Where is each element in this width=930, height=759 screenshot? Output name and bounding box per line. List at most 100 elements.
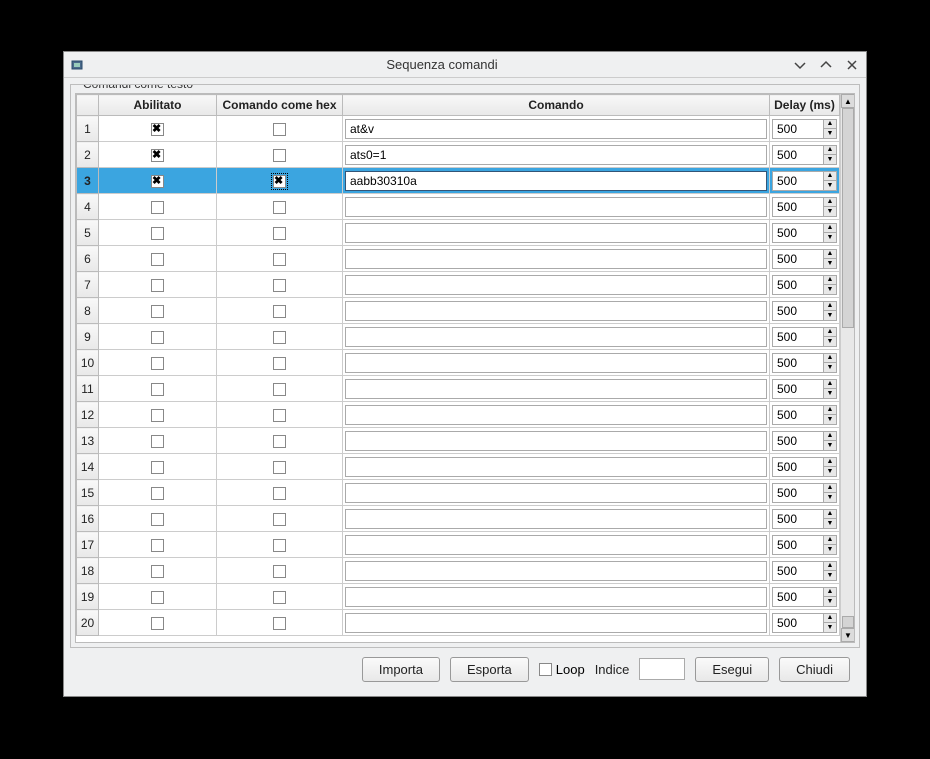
delay-input[interactable]	[772, 379, 823, 399]
hex-checkbox[interactable]	[273, 461, 286, 474]
command-input[interactable]	[345, 587, 767, 607]
table-row[interactable]: 2▲▼	[77, 142, 840, 168]
hex-checkbox[interactable]	[273, 383, 286, 396]
row-number[interactable]: 10	[77, 350, 99, 376]
command-input[interactable]	[345, 457, 767, 477]
command-input[interactable]	[345, 613, 767, 633]
command-input[interactable]	[345, 535, 767, 555]
command-input[interactable]	[345, 171, 767, 191]
enabled-checkbox[interactable]	[151, 201, 164, 214]
hex-checkbox[interactable]	[273, 357, 286, 370]
hex-checkbox[interactable]	[273, 435, 286, 448]
spin-up-icon[interactable]: ▲	[823, 379, 837, 389]
table-row[interactable]: 11▲▼	[77, 376, 840, 402]
delay-input[interactable]	[772, 509, 823, 529]
row-number[interactable]: 15	[77, 480, 99, 506]
row-number[interactable]: 9	[77, 324, 99, 350]
header-command[interactable]: Comando	[343, 95, 770, 116]
scroll-handle[interactable]	[842, 108, 854, 328]
table-row[interactable]: 7▲▼	[77, 272, 840, 298]
row-number[interactable]: 18	[77, 558, 99, 584]
maximize-icon[interactable]	[818, 57, 834, 73]
spin-up-icon[interactable]: ▲	[823, 587, 837, 597]
spin-down-icon[interactable]: ▼	[823, 596, 837, 607]
delay-input[interactable]	[772, 301, 823, 321]
spin-down-icon[interactable]: ▼	[823, 232, 837, 243]
spin-up-icon[interactable]: ▲	[823, 353, 837, 363]
command-input[interactable]	[345, 327, 767, 347]
spin-down-icon[interactable]: ▼	[823, 544, 837, 555]
index-input[interactable]	[639, 658, 685, 680]
delay-input[interactable]	[772, 561, 823, 581]
spin-up-icon[interactable]: ▲	[823, 327, 837, 337]
command-input[interactable]	[345, 379, 767, 399]
command-input[interactable]	[345, 197, 767, 217]
spin-down-icon[interactable]: ▼	[823, 258, 837, 269]
enabled-checkbox[interactable]	[151, 409, 164, 422]
delay-input[interactable]	[772, 119, 823, 139]
enabled-checkbox[interactable]	[151, 487, 164, 500]
spin-down-icon[interactable]: ▼	[823, 180, 837, 191]
header-enabled[interactable]: Abilitato	[99, 95, 217, 116]
command-input[interactable]	[345, 119, 767, 139]
enabled-checkbox[interactable]	[151, 565, 164, 578]
command-input[interactable]	[345, 145, 767, 165]
row-number[interactable]: 12	[77, 402, 99, 428]
enabled-checkbox[interactable]	[151, 331, 164, 344]
hex-checkbox[interactable]	[273, 513, 286, 526]
table-row[interactable]: 12▲▼	[77, 402, 840, 428]
delay-input[interactable]	[772, 223, 823, 243]
enabled-checkbox[interactable]	[151, 227, 164, 240]
command-input[interactable]	[345, 483, 767, 503]
enabled-checkbox[interactable]	[151, 591, 164, 604]
spin-up-icon[interactable]: ▲	[823, 301, 837, 311]
delay-input[interactable]	[772, 275, 823, 295]
table-row[interactable]: 1 ▲▼	[77, 116, 840, 142]
hex-checkbox[interactable]	[273, 279, 286, 292]
delay-input[interactable]	[772, 171, 823, 191]
command-input[interactable]	[345, 223, 767, 243]
loop-checkbox[interactable]	[539, 663, 552, 676]
command-input[interactable]	[345, 561, 767, 581]
row-number[interactable]: 4	[77, 194, 99, 220]
spin-down-icon[interactable]: ▼	[823, 440, 837, 451]
row-number[interactable]: 17	[77, 532, 99, 558]
spin-up-icon[interactable]: ▲	[823, 119, 837, 129]
run-button[interactable]: Esegui	[695, 657, 769, 682]
delay-input[interactable]	[772, 405, 823, 425]
row-number[interactable]: 8	[77, 298, 99, 324]
table-row[interactable]: 14▲▼	[77, 454, 840, 480]
enabled-checkbox[interactable]	[151, 357, 164, 370]
close-button[interactable]: Chiudi	[779, 657, 850, 682]
spin-down-icon[interactable]: ▼	[823, 362, 837, 373]
header-hex[interactable]: Comando come hex	[217, 95, 343, 116]
row-number[interactable]: 13	[77, 428, 99, 454]
hex-checkbox[interactable]	[273, 227, 286, 240]
export-button[interactable]: Esporta	[450, 657, 529, 682]
spin-up-icon[interactable]: ▲	[823, 145, 837, 155]
table-row[interactable]: 9▲▼	[77, 324, 840, 350]
table-row[interactable]: 5▲▼	[77, 220, 840, 246]
scroll-down-icon[interactable]: ▼	[841, 628, 855, 642]
hex-checkbox[interactable]	[273, 565, 286, 578]
spin-down-icon[interactable]: ▼	[823, 128, 837, 139]
delay-input[interactable]	[772, 197, 823, 217]
delay-input[interactable]	[772, 327, 823, 347]
enabled-checkbox[interactable]	[151, 149, 164, 162]
enabled-checkbox[interactable]	[151, 435, 164, 448]
command-input[interactable]	[345, 249, 767, 269]
command-input[interactable]	[345, 405, 767, 425]
hex-checkbox[interactable]	[273, 305, 286, 318]
row-number[interactable]: 1	[77, 116, 99, 142]
scroll-up-icon[interactable]: ▲	[841, 94, 855, 108]
hex-checkbox[interactable]	[273, 149, 286, 162]
row-number[interactable]: 3	[77, 168, 99, 194]
spin-down-icon[interactable]: ▼	[823, 466, 837, 477]
spin-down-icon[interactable]: ▼	[823, 388, 837, 399]
enabled-checkbox[interactable]	[151, 123, 164, 136]
spin-up-icon[interactable]: ▲	[823, 509, 837, 519]
delay-input[interactable]	[772, 587, 823, 607]
command-input[interactable]	[345, 353, 767, 373]
table-row[interactable]: 20▲▼	[77, 610, 840, 636]
spin-down-icon[interactable]: ▼	[823, 492, 837, 503]
